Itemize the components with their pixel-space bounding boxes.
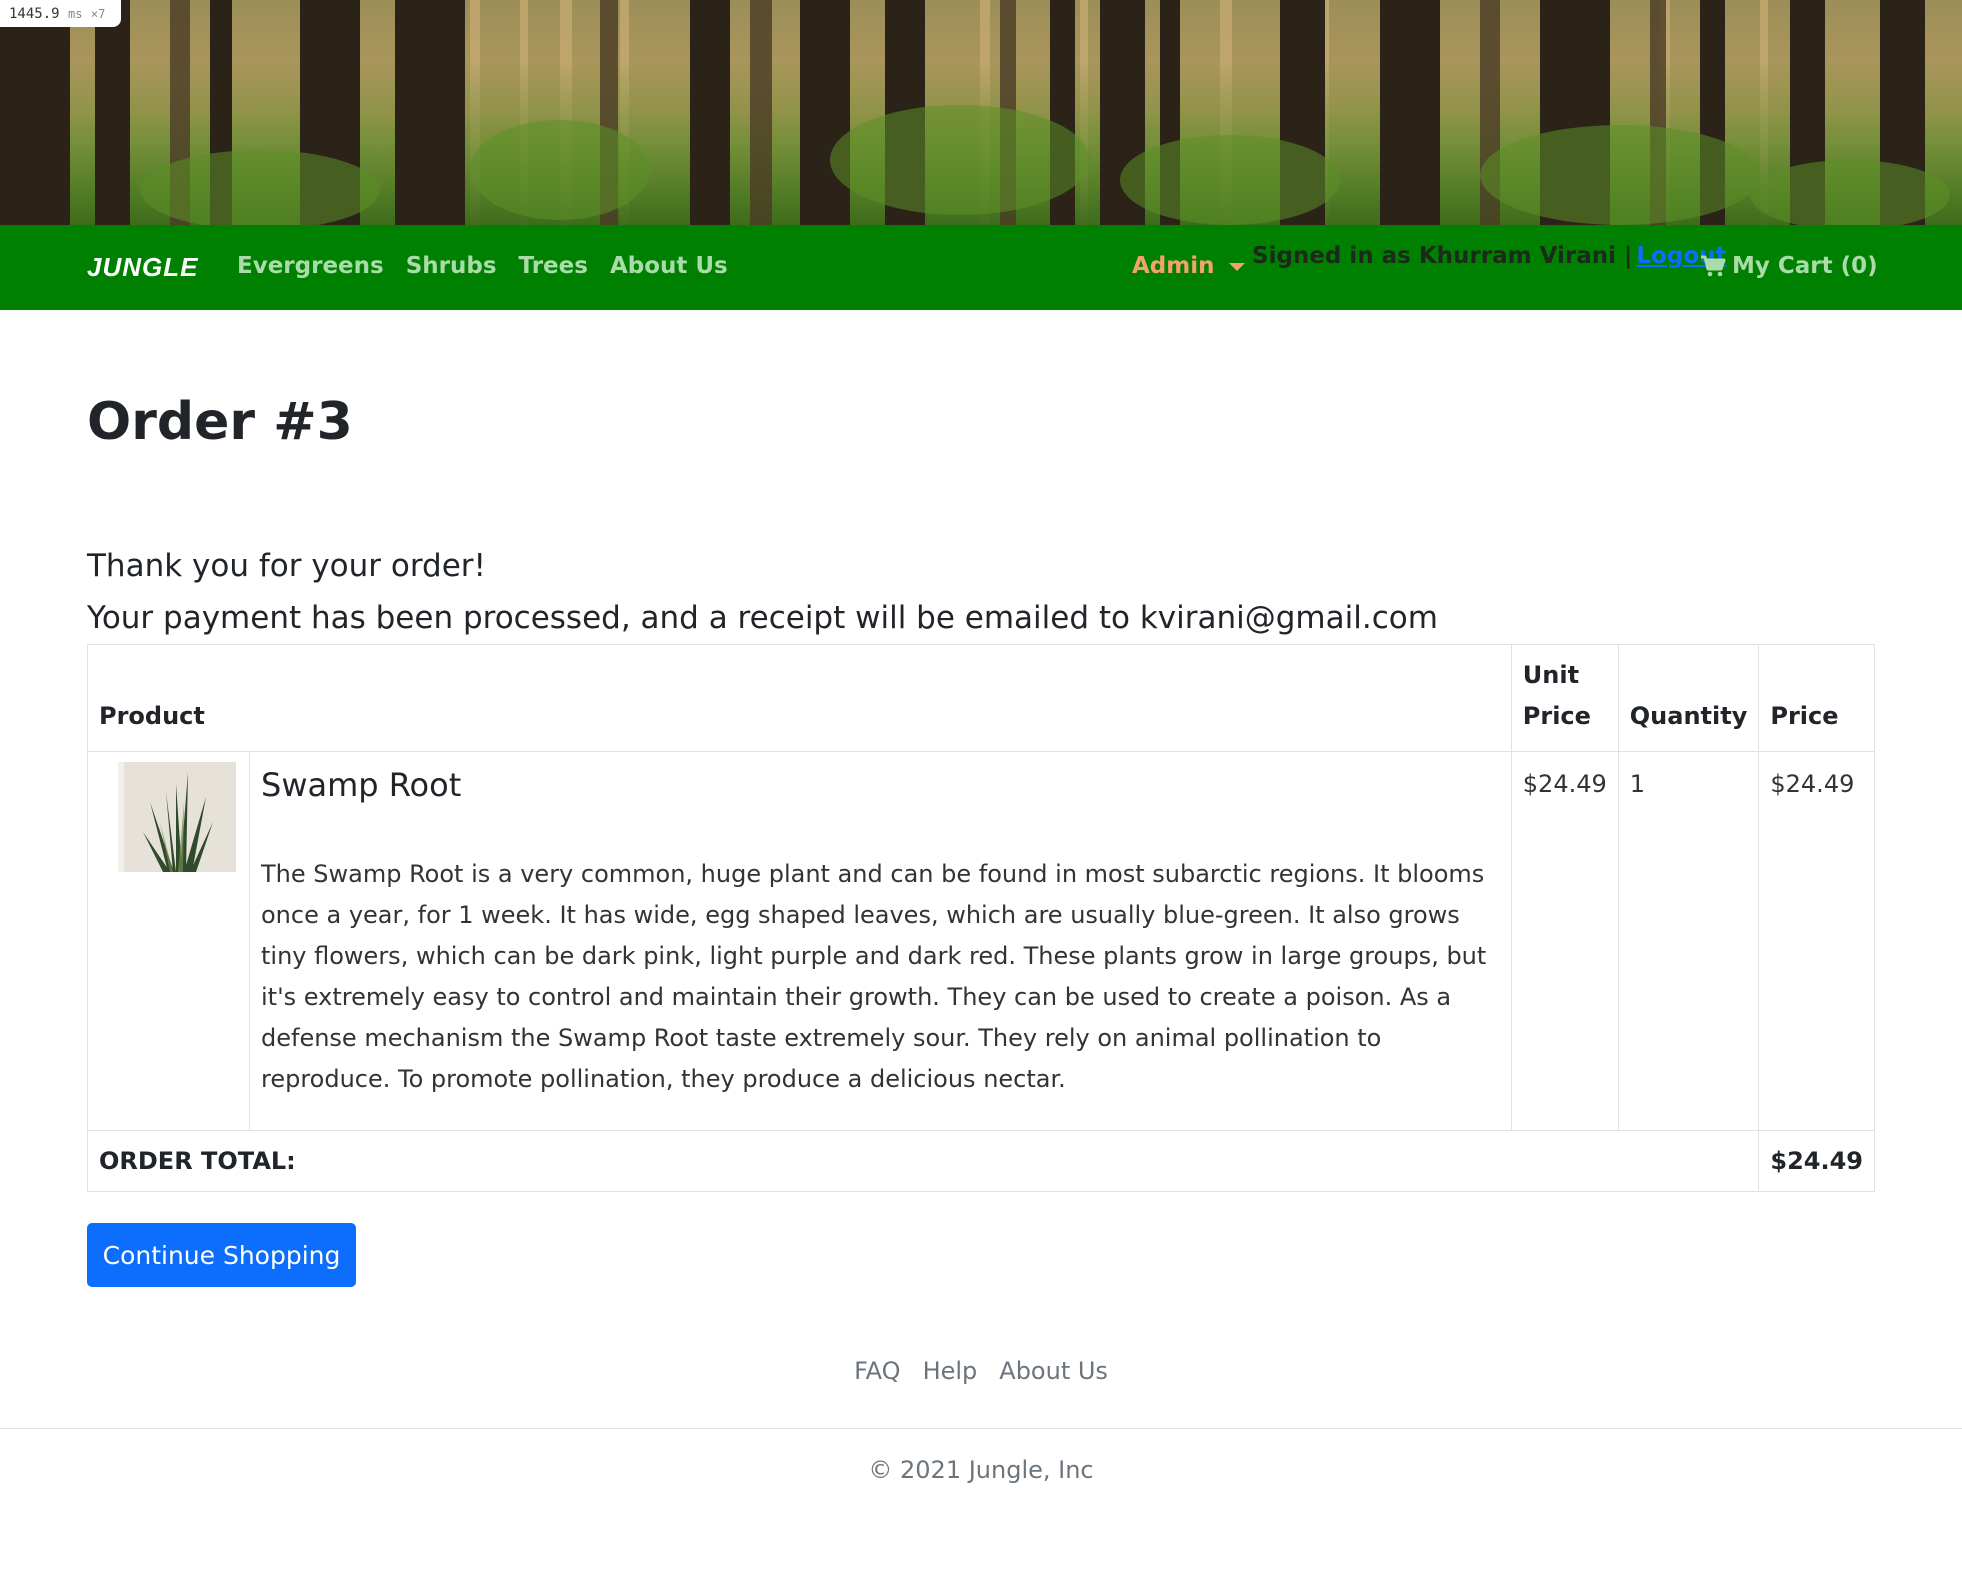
admin-dropdown[interactable]: Admin (1132, 253, 1245, 279)
nav-link-trees[interactable]: Trees (519, 253, 588, 279)
product-thumbnail (118, 762, 236, 872)
receipt-line: Your payment has been processed, and a r… (87, 600, 1438, 636)
order-confirmation-message: Thank you for your order! Your payment h… (87, 540, 1438, 644)
performance-badge: 1445.9 ms ×7 (0, 0, 121, 27)
order-total-row: ORDER TOTAL: $24.49 (86, 1130, 1875, 1192)
quantity-cell: 1 (1617, 751, 1760, 1131)
order-items-table: Product Unit Price Quantity Price Swamp … (86, 644, 1875, 1192)
cart-label: My Cart (0) (1732, 253, 1878, 279)
unit-price-cell: $24.49 (1510, 751, 1619, 1131)
header-unit-price-line2: Price (1522, 702, 1591, 730)
nav-link-evergreens[interactable]: Evergreens (237, 253, 384, 279)
forest-image (0, 0, 1962, 225)
product-image-cell (87, 751, 250, 1131)
page-title: Order #3 (87, 392, 353, 452)
product-description: The Swamp Root is a very common, huge pl… (261, 860, 1487, 1093)
admin-label: Admin (1132, 253, 1215, 279)
perf-value: 1445.9 (9, 6, 60, 22)
footer-link-help[interactable]: Help (923, 1357, 978, 1385)
nav-link-shrubs[interactable]: Shrubs (406, 253, 497, 279)
header-unit-price: Unit Price (1510, 644, 1619, 752)
caret-down-icon (1228, 263, 1245, 271)
footer-link-faq[interactable]: FAQ (854, 1357, 901, 1385)
perf-multiplier: ×7 (90, 7, 106, 21)
table-row: Swamp Root The Swamp Root is a very comm… (87, 751, 1875, 1131)
snake-plant-image (118, 762, 236, 872)
brand-logo-link[interactable]: JUNGLE (87, 252, 198, 283)
signed-in-status: Signed in as Khurram Virani | Logout (1252, 243, 1727, 269)
copyright-text: © 2021 Jungle, Inc (868, 1456, 1094, 1484)
header-quantity: Quantity (1617, 644, 1760, 752)
footer-links: FAQ Help About Us (0, 1357, 1962, 1385)
cart-link[interactable]: My Cart (0) (1700, 253, 1878, 279)
footer-divider (0, 1428, 1962, 1429)
order-total-value: $24.49 (1758, 1130, 1875, 1192)
header-unit-price-line1: Unit (1522, 661, 1580, 689)
order-total-label: ORDER TOTAL: (86, 1130, 1760, 1192)
product-name: Swamp Root (261, 766, 462, 804)
header-price: Price (1758, 644, 1875, 752)
shopping-cart-icon (1701, 255, 1726, 277)
hero-banner (0, 0, 1962, 225)
perf-unit: ms (68, 7, 83, 21)
signed-in-text: Signed in as Khurram Virani | (1252, 243, 1633, 269)
header-product: Product (87, 644, 1512, 752)
nav-links: Evergreens Shrubs Trees About Us (237, 253, 728, 279)
footer-link-about-us[interactable]: About Us (999, 1357, 1108, 1385)
thank-you-line: Thank you for your order! (87, 548, 486, 584)
table-header-row: Product Unit Price Quantity Price (87, 644, 1875, 752)
product-details-cell: Swamp Root The Swamp Root is a very comm… (249, 751, 1512, 1131)
price-cell: $24.49 (1758, 751, 1875, 1131)
continue-shopping-button[interactable]: Continue Shopping (87, 1223, 356, 1287)
nav-link-about-us[interactable]: About Us (610, 253, 728, 279)
top-navbar: JUNGLE Evergreens Shrubs Trees About Us … (0, 225, 1962, 310)
